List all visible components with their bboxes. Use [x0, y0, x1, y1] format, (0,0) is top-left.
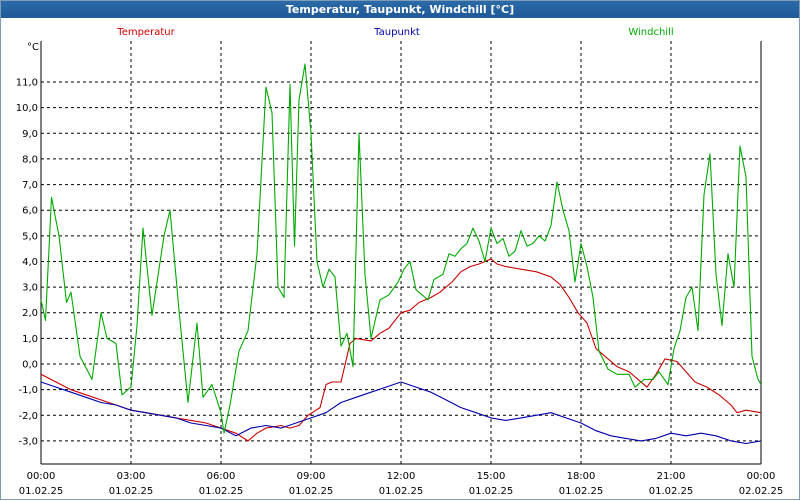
x-tick-label-date: 01.02.25: [649, 486, 694, 497]
y-tick-label: -3,0: [18, 436, 38, 447]
y-tick-label: -2,0: [18, 411, 38, 422]
x-tick-label-time: 06:00: [207, 471, 236, 482]
legend-windchill: Windchill: [628, 27, 673, 38]
x-tick-label-time: 18:00: [567, 471, 596, 482]
y-tick-label: 11,0: [16, 78, 38, 89]
y-tick-label: 9,0: [22, 129, 38, 140]
y-tick-label: 1,0: [22, 334, 38, 345]
x-tick-label-time: 12:00: [387, 471, 416, 482]
legend-taupunkt: Taupunkt: [373, 27, 420, 38]
x-tick-label-time: 00:00: [747, 471, 776, 482]
x-tick-label-date: 01.02.25: [19, 486, 64, 497]
chart-window: Temperatur, Taupunkt, Windchill [°C] 11,…: [0, 0, 800, 500]
y-tick-label: 8,0: [22, 154, 38, 165]
x-tick-label-date: 01.02.25: [289, 486, 334, 497]
x-tick-label-date: 01.02.25: [379, 486, 424, 497]
y-tick-label: 5,0: [22, 231, 38, 242]
y-tick-label: 7,0: [22, 180, 38, 191]
y-tick-label: 2,0: [22, 308, 38, 319]
chart-canvas: 11,0 10,0 9,0 8,0 7,0 6,0 5,0 4,0 3,0 2,0 1,0 0,0 -1…: [16, 27, 784, 497]
x-tick-label-date: 01.02.25: [559, 486, 604, 497]
y-tick-label: 4,0: [22, 257, 38, 268]
y-tick-label: 6,0: [22, 206, 38, 217]
x-tick-label-date: 02.02.25: [739, 486, 784, 497]
y-tick-label: 3,0: [22, 283, 38, 294]
x-tick-label-time: 09:00: [297, 471, 326, 482]
legend-temperatur: Temperatur: [116, 27, 175, 38]
x-tick-label-time: 00:00: [27, 471, 56, 482]
y-tick-label: 10,0: [16, 103, 38, 114]
x-tick-label-time: 15:00: [477, 471, 506, 482]
x-tick-label-time: 21:00: [657, 471, 686, 482]
x-tick-label-date: 01.02.25: [469, 486, 514, 497]
y-tick-label: -1,0: [18, 385, 38, 396]
y-axis-unit-label: °C: [27, 42, 39, 53]
x-tick-label-date: 01.02.25: [109, 486, 154, 497]
y-tick-label: 0,0: [22, 360, 38, 371]
x-tick-label-time: 03:00: [117, 471, 146, 482]
x-tick-label-date: 01.02.25: [199, 486, 244, 497]
